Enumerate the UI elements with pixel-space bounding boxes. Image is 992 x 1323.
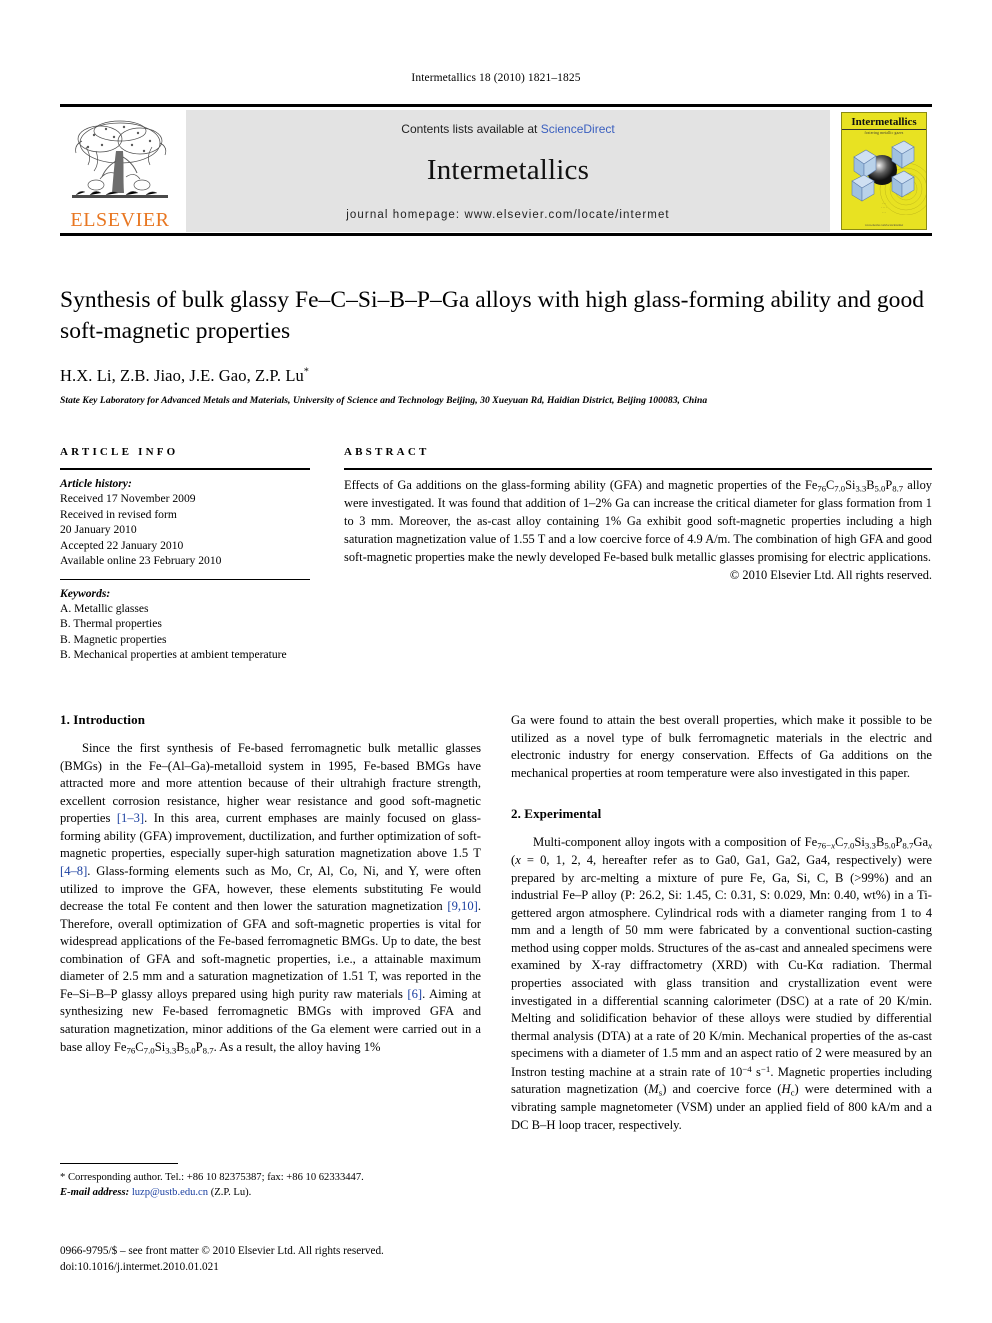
article-info-rule: [60, 468, 310, 470]
email-owner: (Z.P. Lu).: [210, 1187, 252, 1199]
abstract-heading: ABSTRACT: [344, 446, 430, 458]
masthead-bottom-rule: [60, 233, 932, 236]
author-names: H.X. Li, Z.B. Jiao, J.E. Gao, Z.P. Lu: [60, 366, 304, 386]
history-accepted: Accepted 22 January 2010: [60, 538, 184, 552]
keyword-item: B. Mechanical properties at ambient temp…: [60, 648, 287, 662]
contents-lists-line: Contents lists available at ScienceDirec…: [186, 122, 830, 136]
article-history-label: Article history:: [60, 477, 132, 490]
masthead-top-rule: [60, 104, 932, 107]
intro-paragraph: Since the first synthesis of Fe-based fe…: [60, 741, 482, 1056]
citation-6[interactable]: [6]: [407, 987, 422, 1001]
journal-banner: Contents lists available at ScienceDirec…: [186, 110, 830, 232]
running-head: Intermetallics 18 (2010) 1821–1825: [411, 72, 581, 84]
body-columns: 1. Introduction Since the first synthesi…: [60, 712, 932, 1134]
citation-1-3[interactable]: [1–3]: [117, 811, 144, 825]
abstract-column: ABSTRACT Effects of Ga additions on the …: [344, 446, 932, 663]
journal-cover-thumbnail: Intermetallics fostering metallic gazes: [841, 112, 927, 230]
cover-footer-url: www.elsevier.com/locate/intermet: [864, 224, 904, 227]
keyword-item: A. Metallic glasses: [60, 601, 149, 615]
email-label: E-mail address:: [60, 1187, 130, 1199]
paper-page: Intermetallics 18 (2010) 1821–1825 ELSEV…: [0, 0, 992, 1323]
intro-continuation-paragraph: Ga were found to attain the best overall…: [511, 713, 932, 780]
cover-title: Intermetallics: [842, 116, 926, 130]
history-online: Available online 23 February 2010: [60, 554, 222, 568]
journal-title: Intermetallics: [426, 154, 590, 186]
email-address-link[interactable]: luzp@ustb.edu.cn: [132, 1187, 208, 1198]
history-revised-date: 20 January 2010: [60, 523, 137, 537]
keyword-item: B. Magnetic properties: [60, 632, 167, 646]
cover-contents-list: · · · · · · · · · ·: [880, 201, 888, 215]
elsevier-logo: ELSEVIER: [60, 110, 180, 232]
title-block: Synthesis of bulk glassy Fe–C–Si–B–P–Ga …: [60, 285, 932, 406]
body-column-left: 1. Introduction Since the first synthesi…: [60, 712, 481, 1134]
corresponding-author-note: * Corresponding author. Tel.: +86 10 823…: [60, 1172, 364, 1183]
doi-line: doi:10.1016/j.intermet.2010.01.021: [60, 1260, 219, 1273]
journal-cover-block: Intermetallics fostering metallic gazes: [836, 110, 932, 232]
sciencedirect-link[interactable]: ScienceDirect: [541, 122, 615, 136]
corresponding-author-marker: *: [303, 366, 309, 378]
keyword-item: B. Thermal properties: [60, 617, 162, 631]
keywords-rule: [60, 578, 310, 580]
footnote-block: * Corresponding author. Tel.: +86 10 823…: [60, 1163, 481, 1200]
history-received: Received 17 November 2009: [60, 492, 196, 505]
contents-prefix: Contents lists available at: [401, 122, 541, 136]
info-abstract-row: ARTICLE INFO Article history: Received 1…: [60, 446, 932, 663]
article-info-column: ARTICLE INFO Article history: Received 1…: [60, 446, 310, 663]
issn-line: 0966-9795/$ – see front matter © 2010 El…: [60, 1245, 384, 1257]
keywords-label: Keywords:: [60, 586, 111, 600]
footnote-rule: [60, 1163, 178, 1164]
journal-masthead: ELSEVIER Contents lists available at Sci…: [60, 104, 932, 236]
elsevier-tree-icon: [72, 120, 168, 198]
journal-homepage-link[interactable]: journal homepage: www.elsevier.com/locat…: [186, 209, 830, 221]
citation-4-8[interactable]: [4–8]: [60, 864, 87, 878]
body-column-right: Ga were found to attain the best overall…: [511, 712, 932, 1134]
abstract-text: Effects of Ga additions on the glass-for…: [344, 478, 932, 564]
page-title: Synthesis of bulk glassy Fe–C–Si–B–P–Ga …: [60, 287, 925, 345]
elsevier-wordmark: ELSEVIER: [70, 209, 170, 231]
abstract-copyright: © 2010 Elsevier Ltd. All rights reserved…: [729, 568, 932, 583]
experimental-paragraph: Multi-component alloy ingots with a comp…: [511, 835, 932, 1132]
abstract-rule: [344, 468, 932, 470]
affiliation: State Key Laboratory for Advanced Metals…: [60, 395, 708, 407]
email-note: E-mail address: luzp@ustb.edu.cn (Z.P. L…: [60, 1185, 481, 1200]
section-heading-experimental: 2. Experimental: [511, 806, 602, 822]
section-heading-introduction: 1. Introduction: [60, 712, 146, 727]
author-list: H.X. Li, Z.B. Jiao, J.E. Gao, Z.P. Lu*: [60, 366, 932, 386]
history-revised-label: Received in revised form: [60, 507, 177, 521]
citation-9-10[interactable]: [9,10]: [447, 899, 477, 913]
issn-doi-block: 0966-9795/$ – see front matter © 2010 El…: [60, 1244, 490, 1276]
cover-subtitle: fostering metallic gazes: [864, 131, 904, 135]
article-info-heading: ARTICLE INFO: [60, 446, 179, 458]
